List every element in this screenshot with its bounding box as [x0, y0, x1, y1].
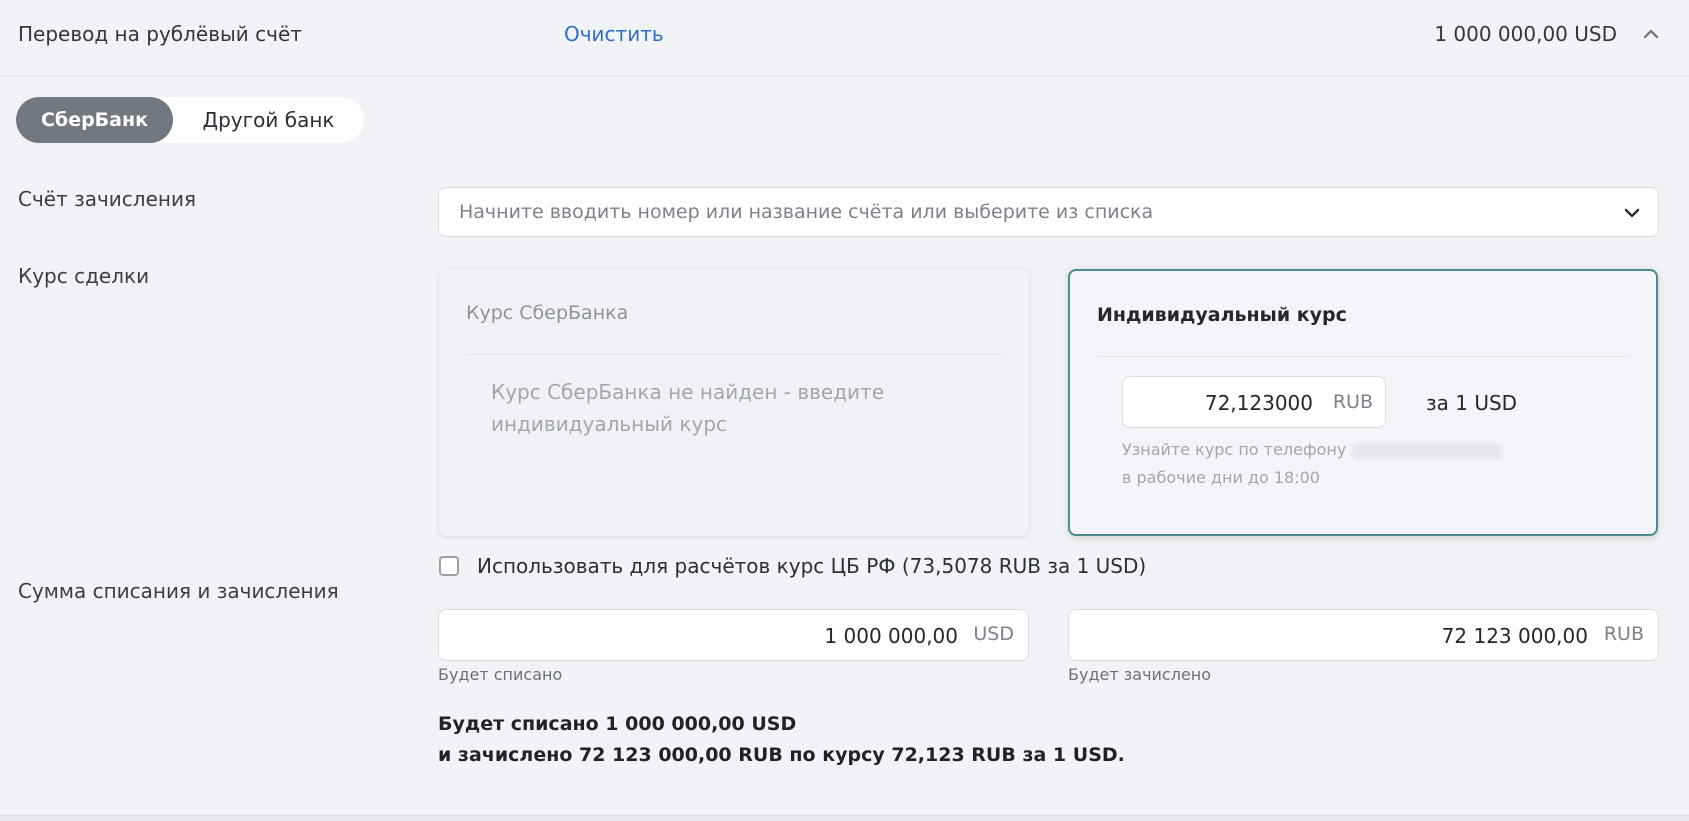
credit-amount-input[interactable]: 72 123 000,00 RUB: [1068, 609, 1659, 661]
individual-rate-card[interactable]: Индивидуальный курс 72,123000 RUB за 1 U…: [1068, 269, 1658, 536]
rate-value: 72,123000: [1204, 391, 1313, 415]
cb-rate-checkbox[interactable]: [439, 556, 459, 576]
rate-unit: RUB: [1332, 391, 1373, 413]
debit-caption: Будет списано: [438, 665, 563, 684]
chevron-up-icon[interactable]: [1639, 22, 1663, 46]
credit-caption: Будет зачислено: [1068, 665, 1212, 684]
cb-rate-label[interactable]: Использовать для расчётов курс ЦБ РФ (73…: [477, 554, 1146, 578]
summary-line-1: Будет списано 1 000 000,00 USD: [438, 713, 797, 735]
transfer-summary: Будет списано 1 000 000,00 USD и зачисле…: [438, 709, 1125, 771]
rate-label: Курс сделки: [18, 264, 150, 288]
blurred-phone-number: [1352, 442, 1503, 459]
header-amount: 1 000 000,00 USD: [1434, 22, 1617, 46]
header-title: Перевод на рублёвый счёт: [18, 22, 302, 46]
chevron-down-icon[interactable]: [1620, 201, 1644, 225]
bank-selector: СберБанк Другой банк: [16, 97, 364, 143]
account-label: Счёт зачисления: [18, 187, 196, 211]
debit-amount-value: 1 000 000,00: [824, 624, 958, 648]
rate-per-unit: за 1 USD: [1426, 391, 1518, 415]
bottom-divider: [0, 815, 1689, 821]
clear-link[interactable]: Очистить: [564, 22, 664, 46]
individual-rate-input[interactable]: 72,123000 RUB: [1122, 376, 1386, 428]
bank-option-sberbank[interactable]: СберБанк: [16, 97, 173, 143]
transfer-header[interactable]: Перевод на рублёвый счёт Очистить 1 000 …: [0, 0, 1689, 76]
individual-rate-title: Индивидуальный курс: [1097, 304, 1347, 326]
cb-rate-option[interactable]: Использовать для расчётов курс ЦБ РФ (73…: [439, 553, 1146, 579]
amounts-label: Сумма списания и зачисления: [18, 579, 339, 603]
summary-line-2: и зачислено 72 123 000,00 RUB по курсу 7…: [438, 744, 1125, 766]
sberbank-rate-title: Курс СберБанка: [466, 302, 629, 324]
credit-amount-value: 72 123 000,00: [1441, 624, 1588, 648]
rate-hint-line2: в рабочие дни до 18:00: [1122, 468, 1320, 487]
sberbank-rate-card[interactable]: Курс СберБанка Курс СберБанка не найден …: [439, 269, 1029, 536]
rate-hint-line1: Узнайте курс по телефону: [1122, 440, 1347, 459]
transfer-form: СберБанк Другой банк Счёт зачисления Нач…: [0, 77, 1689, 815]
debit-amount-input[interactable]: 1 000 000,00 USD: [438, 609, 1029, 661]
card-divider: [466, 354, 1002, 355]
card-divider: [1097, 356, 1629, 357]
sberbank-rate-message: Курс СберБанка не найден - введите индив…: [491, 380, 884, 436]
rate-hint: Узнайте курс по телефону в рабочие дни д…: [1122, 436, 1522, 492]
credit-currency: RUB: [1603, 623, 1644, 645]
debit-currency: USD: [973, 623, 1014, 645]
account-select[interactable]: Начните вводить номер или название счёта…: [438, 187, 1659, 237]
bank-option-other[interactable]: Другой банк: [173, 97, 364, 143]
account-select-placeholder: Начните вводить номер или название счёта…: [459, 201, 1154, 223]
